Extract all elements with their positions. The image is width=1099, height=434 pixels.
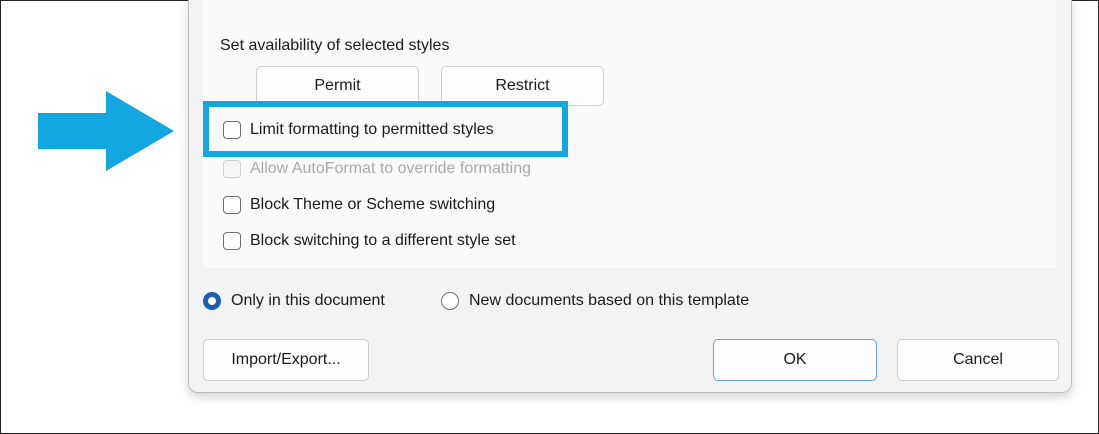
style-restrictions-dialog: Set availability of selected styles Perm… xyxy=(188,0,1072,393)
permit-button[interactable]: Permit xyxy=(256,66,419,106)
block-style-set-checkbox[interactable] xyxy=(223,232,241,250)
arrow-shape xyxy=(38,91,174,171)
ok-button-label: OK xyxy=(783,351,807,368)
new-documents-label: New documents based on this template xyxy=(469,292,750,309)
new-documents-radio[interactable] xyxy=(441,292,459,310)
only-this-document-label: Only in this document xyxy=(231,292,385,309)
allow-autoformat-label: Allow AutoFormat to override formatting xyxy=(250,160,532,177)
import-export-button-label: Import/Export... xyxy=(231,351,341,368)
import-export-button[interactable]: Import/Export... xyxy=(203,339,369,381)
allow-autoformat-checkbox xyxy=(223,160,241,178)
block-theme-checkbox[interactable] xyxy=(223,196,241,214)
availability-label: Set availability of selected styles xyxy=(220,37,450,54)
permit-button-label: Permit xyxy=(314,77,361,94)
block-style-set-label: Block switching to a different style set xyxy=(250,232,516,249)
highlight-box xyxy=(203,101,568,157)
block-theme-label: Block Theme or Scheme switching xyxy=(250,196,496,213)
restrict-button-label: Restrict xyxy=(495,77,550,94)
cancel-button[interactable]: Cancel xyxy=(897,339,1059,381)
right-arrow-icon xyxy=(38,91,174,171)
only-this-document-radio[interactable] xyxy=(203,292,221,310)
restrict-button[interactable]: Restrict xyxy=(441,66,604,106)
ok-button[interactable]: OK xyxy=(713,339,877,381)
cancel-button-label: Cancel xyxy=(953,351,1003,368)
